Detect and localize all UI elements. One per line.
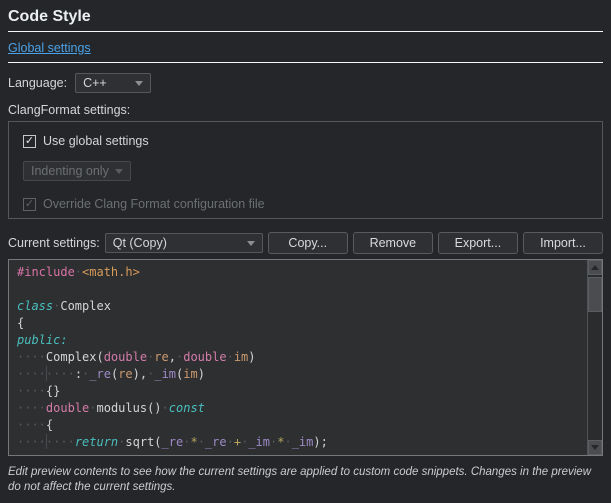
use-global-settings-checkbox[interactable]: ✓ Use global settings bbox=[23, 134, 588, 148]
remove-button[interactable]: Remove bbox=[353, 232, 433, 254]
current-settings-value: Qt (Copy) bbox=[113, 236, 167, 250]
chevron-down-icon bbox=[115, 169, 123, 174]
scroll-down-button[interactable] bbox=[588, 440, 602, 455]
checkbox-box[interactable]: ✓ bbox=[23, 135, 36, 148]
code-line: ········return·sqrt(_re·*·_re·+·_im·*·_i… bbox=[17, 434, 586, 451]
current-settings-row: Current settings: Qt (Copy) Copy... Remo… bbox=[8, 232, 603, 254]
checkbox-box: ✓ bbox=[23, 198, 36, 211]
checkmark-icon: ✓ bbox=[25, 199, 34, 210]
code-area[interactable]: #include·<math.h> class·Complex{public:·… bbox=[9, 260, 586, 455]
language-dropdown[interactable]: C++ bbox=[75, 73, 151, 93]
code-line bbox=[17, 281, 586, 298]
code-line: ····Complex(double·re,·double·im) bbox=[17, 349, 586, 366]
code-line: { bbox=[17, 315, 586, 332]
preview-note: Edit preview contents to see how the cur… bbox=[8, 465, 603, 495]
code-line: class·Complex bbox=[17, 298, 586, 315]
code-line: ····{} bbox=[17, 383, 586, 400]
indenting-mode-value: Indenting only bbox=[31, 164, 109, 178]
chevron-down-icon bbox=[135, 81, 143, 86]
current-settings-label: Current settings: bbox=[8, 236, 100, 250]
triangle-down-icon bbox=[591, 445, 599, 450]
chevron-down-icon bbox=[247, 241, 255, 246]
global-settings-link[interactable]: Global settings bbox=[8, 41, 91, 55]
import-button[interactable]: Import... bbox=[523, 232, 603, 254]
language-row: Language: C++ bbox=[8, 73, 603, 93]
override-config-label: Override Clang Format configuration file bbox=[43, 197, 265, 211]
code-line: ····{ bbox=[17, 417, 586, 434]
code-line: public: bbox=[17, 332, 586, 349]
code-line: ····double·modulus()·const bbox=[17, 400, 586, 417]
vertical-scrollbar[interactable] bbox=[587, 260, 602, 455]
checkmark-icon: ✓ bbox=[25, 136, 34, 147]
code-line: #include·<math.h> bbox=[17, 264, 586, 281]
page-title: Code Style bbox=[8, 8, 603, 26]
code-preview-editor[interactable]: #include·<math.h> class·Complex{public:·… bbox=[8, 259, 603, 456]
indenting-mode-dropdown: Indenting only bbox=[23, 161, 131, 181]
scroll-up-button[interactable] bbox=[588, 260, 602, 275]
override-config-checkbox: ✓ Override Clang Format configuration fi… bbox=[23, 197, 588, 211]
title-rule bbox=[8, 31, 603, 32]
current-settings-dropdown[interactable]: Qt (Copy) bbox=[105, 233, 263, 253]
export-button[interactable]: Export... bbox=[438, 232, 518, 254]
scrollbar-thumb[interactable] bbox=[588, 277, 602, 312]
clangformat-settings-label: ClangFormat settings: bbox=[8, 103, 603, 117]
code-line: ········:·_re(re),·_im(im) bbox=[17, 366, 586, 383]
code-style-page: Code Style Global settings Language: C++… bbox=[0, 0, 611, 503]
header-rule bbox=[8, 62, 603, 63]
use-global-settings-label: Use global settings bbox=[43, 134, 149, 148]
triangle-up-icon bbox=[591, 265, 599, 270]
copy-button[interactable]: Copy... bbox=[268, 232, 348, 254]
clangformat-groupbox: ✓ Use global settings Indenting only ✓ O… bbox=[8, 121, 603, 219]
language-label: Language: bbox=[8, 76, 67, 90]
language-dropdown-value: C++ bbox=[83, 76, 107, 90]
